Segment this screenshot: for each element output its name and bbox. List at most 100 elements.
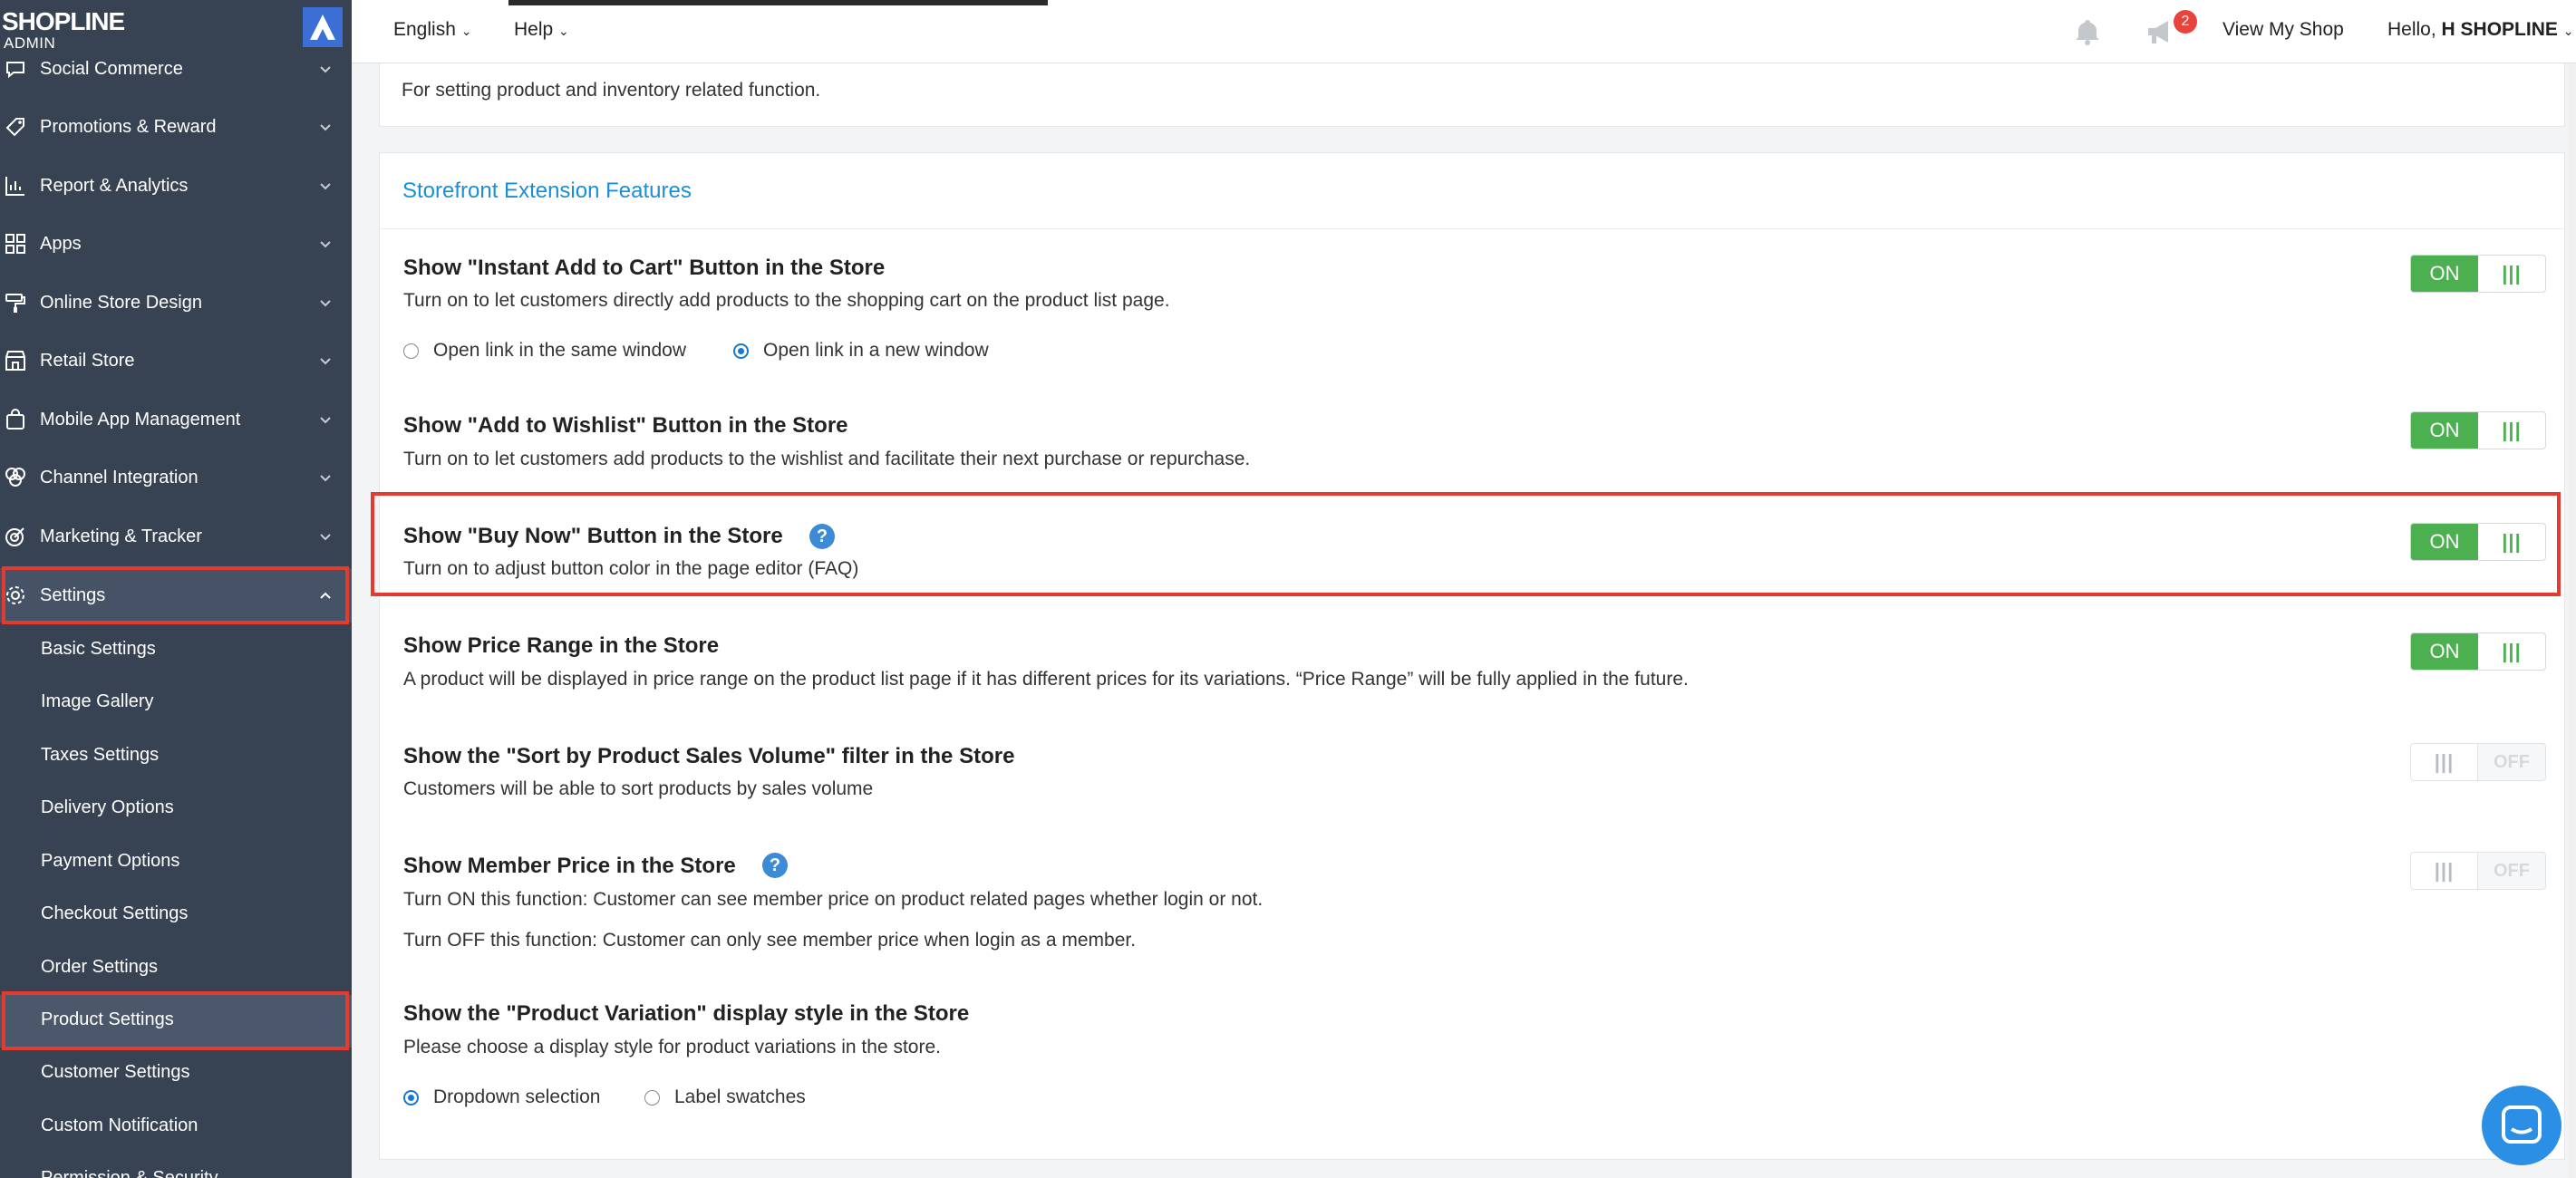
feature-title-sort-by-sales: Show the "Sort by Product Sales Volume" … xyxy=(403,744,1015,768)
chevron-down-icon xyxy=(317,119,334,135)
user-menu[interactable]: Hello, H SHOPLINE ⌄ xyxy=(2387,19,2573,41)
sidebar-item-label: Retail Store xyxy=(40,350,135,371)
chevron-down-icon xyxy=(317,528,334,545)
sidebar-subitem-label: Customer Settings xyxy=(41,1062,190,1082)
sidebar-subitem-taxes-settings[interactable]: Taxes Settings xyxy=(0,730,352,783)
toggle-on-label: ON xyxy=(2411,256,2478,292)
feature-desc: Turn on to let customers directly add pr… xyxy=(403,290,1170,311)
sidebar-item-apps[interactable]: Apps xyxy=(0,217,352,271)
chevron-down-icon xyxy=(317,411,334,428)
toggle-handle-icon: ||| xyxy=(2411,744,2478,780)
sidebar-subitem-label: Payment Options xyxy=(41,851,180,871)
radio-button-selected[interactable] xyxy=(403,1089,419,1106)
toggle-on-label: ON xyxy=(2411,524,2478,560)
sidebar-item-promotions[interactable]: Promotions & Reward xyxy=(0,100,352,154)
feature-desc: Turn on to adjust button color in the pa… xyxy=(403,558,859,579)
sidebar-item-channel-integration[interactable]: Channel Integration xyxy=(0,450,352,505)
feature-desc: Customers will be able to sort products … xyxy=(403,778,874,799)
feature-title-member-price: Show Member Price in the Store xyxy=(403,854,736,878)
bell-icon[interactable] xyxy=(2072,16,2103,52)
buy-now-toggle[interactable]: ON ||| xyxy=(2410,523,2546,561)
help-question-icon[interactable]: ? xyxy=(762,853,788,878)
chevron-down-icon: ⌄ xyxy=(460,24,472,38)
sidebar-item-label: Promotions & Reward xyxy=(40,116,217,137)
toggle-off-label: OFF xyxy=(2494,861,2530,881)
radio-button[interactable] xyxy=(403,343,419,359)
sidebar-item-online-store-design[interactable]: Online Store Design xyxy=(0,275,352,330)
sidebar-subitem-order-settings[interactable]: Order Settings xyxy=(0,942,352,995)
section-title: Storefront Extension Features xyxy=(402,179,692,203)
sidebar-subitem-label: Checkout Settings xyxy=(41,903,189,923)
radio-button[interactable] xyxy=(644,1089,660,1106)
highlight-box-product-settings xyxy=(2,991,349,1050)
target-icon xyxy=(4,525,27,548)
radio-label: Dropdown selection xyxy=(433,1086,601,1107)
radio-dropdown-selection[interactable]: Dropdown selection xyxy=(403,1086,600,1108)
sidebar-subitem-image-gallery[interactable]: Image Gallery xyxy=(0,677,352,729)
card-header: Storefront Extension Features xyxy=(380,153,2564,229)
loading-bar xyxy=(508,0,1048,5)
feature-title-buy-now: Show "Buy Now" Button in the Store xyxy=(403,524,783,548)
sidebar-item-label: Channel Integration xyxy=(40,467,199,488)
sidebar-subitem-delivery-options[interactable]: Delivery Options xyxy=(0,783,352,835)
toggle-handle-icon: ||| xyxy=(2502,530,2522,553)
feature-title-product-variation: Show the "Product Variation" display sty… xyxy=(403,1001,970,1026)
sort-by-sales-toggle[interactable]: ||| OFF xyxy=(2410,743,2546,781)
member-price-toggle[interactable]: ||| OFF xyxy=(2410,852,2546,890)
tag-icon xyxy=(4,115,27,139)
instant-add-to-cart-toggle[interactable]: ON ||| xyxy=(2410,255,2546,293)
sidebar-subitem-label: Permission & Security xyxy=(41,1168,218,1178)
feature-title-price-range: Show Price Range in the Store xyxy=(403,633,720,658)
sidebar-subitem-permission-security[interactable]: Permission & Security xyxy=(0,1154,352,1178)
chat-button[interactable] xyxy=(2482,1086,2561,1165)
chevron-down-icon xyxy=(317,178,334,194)
price-range-toggle[interactable]: ON ||| xyxy=(2410,632,2546,671)
notification-count-badge: 2 xyxy=(2174,10,2197,34)
feature-desc: Turn on to let customers add products to… xyxy=(403,449,1251,469)
circles-icon xyxy=(4,466,27,489)
sidebar: SHOPLINE ADMIN Social Commerce Promotion… xyxy=(0,0,352,1178)
feature-desc: Turn ON this function: Customer can see … xyxy=(403,889,1264,910)
help-menu[interactable]: Help ⌄ xyxy=(514,19,569,41)
sidebar-item-mobile-app[interactable]: Mobile App Management xyxy=(0,392,352,447)
page-scrollbar[interactable] xyxy=(2568,63,2576,1178)
brand-name: SHOPLINE xyxy=(2,7,125,35)
toggle-handle-icon: ||| xyxy=(2502,419,2522,441)
help-question-icon[interactable]: ? xyxy=(809,524,835,549)
radio-same-window[interactable]: Open link in the same window xyxy=(403,340,686,362)
radio-label-swatches[interactable]: Label swatches xyxy=(644,1086,806,1108)
top-bar: English ⌄ Help ⌄ 2 View My Shop Hello, H… xyxy=(352,0,2576,63)
sidebar-item-marketing-tracker[interactable]: Marketing & Tracker xyxy=(0,509,352,564)
sidebar-subitem-basic-settings[interactable]: Basic Settings xyxy=(0,624,352,677)
sidebar-subitem-payment-options[interactable]: Payment Options xyxy=(0,836,352,889)
feature-title-instant-add-to-cart: Show "Instant Add to Cart" Button in the… xyxy=(403,256,886,280)
sidebar-item-retail-store[interactable]: Retail Store xyxy=(0,333,352,388)
feature-desc: A product will be displayed in price ran… xyxy=(403,669,1689,690)
feature-desc: Please choose a display style for produc… xyxy=(403,1037,941,1057)
chat-bubble-icon xyxy=(4,57,27,81)
sidebar-subitem-customer-settings[interactable]: Customer Settings xyxy=(0,1048,352,1100)
toggle-handle-icon: ||| xyxy=(2502,262,2522,285)
sidebar-item-label: Social Commerce xyxy=(40,58,183,79)
sidebar-subitem-label: Basic Settings xyxy=(41,639,156,659)
storefront-extension-card: Storefront Extension Features Show "Inst… xyxy=(371,152,2565,1160)
chat-icon xyxy=(2502,1106,2542,1144)
sidebar-subitem-custom-notification[interactable]: Custom Notification xyxy=(0,1101,352,1154)
product-settings-card: For setting product and inventory relate… xyxy=(379,63,2565,127)
radio-new-window[interactable]: Open link in a new window xyxy=(733,340,989,362)
chevron-down-icon xyxy=(317,294,334,311)
radio-button-selected[interactable] xyxy=(733,343,749,359)
chevron-down-icon: ⌄ xyxy=(558,24,569,38)
section-description: For setting product and inventory relate… xyxy=(402,80,821,101)
chevron-down-icon xyxy=(317,61,334,77)
sidebar-subitem-checkout-settings[interactable]: Checkout Settings xyxy=(0,889,352,941)
language-label: English xyxy=(393,19,456,40)
sidebar-subitem-label: Delivery Options xyxy=(41,797,174,817)
sidebar-item-social-commerce[interactable]: Social Commerce xyxy=(0,42,352,96)
add-to-wishlist-toggle[interactable]: ON ||| xyxy=(2410,411,2546,449)
language-selector[interactable]: English ⌄ xyxy=(393,19,471,41)
sidebar-item-report-analytics[interactable]: Report & Analytics xyxy=(0,159,352,213)
view-my-shop-link[interactable]: View My Shop xyxy=(2223,19,2344,41)
feature-desc-2: Turn OFF this function: Customer can onl… xyxy=(403,930,1137,951)
store-icon xyxy=(4,349,27,372)
